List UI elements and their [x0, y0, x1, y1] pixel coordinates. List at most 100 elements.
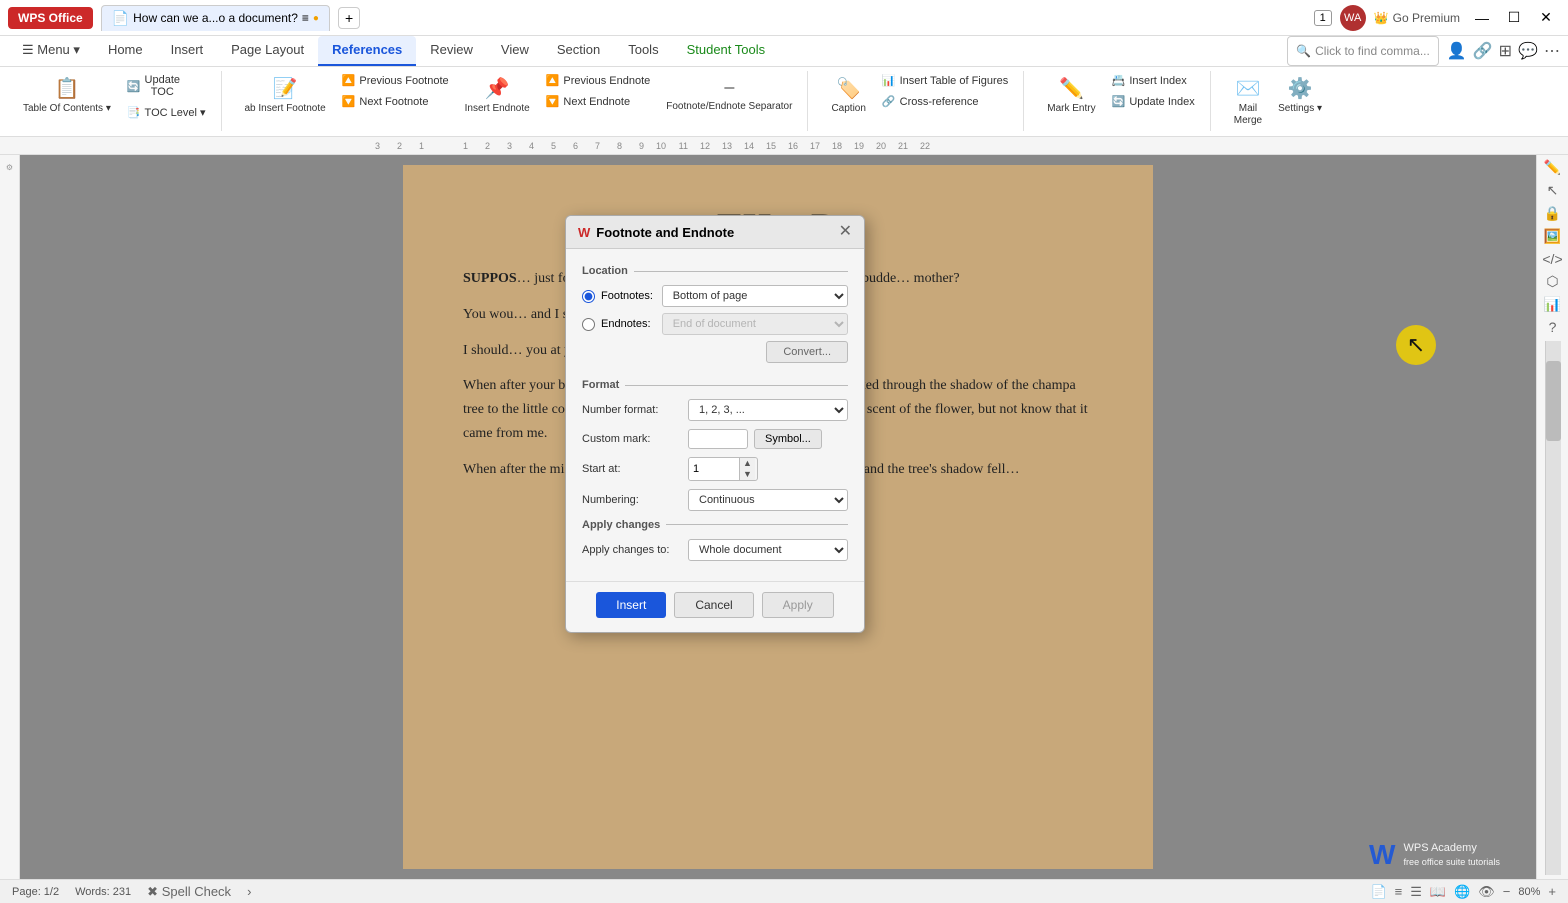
- view-text-button[interactable]: ≡: [1395, 884, 1403, 899]
- search-box[interactable]: 🔍 Click to find comma...: [1287, 36, 1439, 66]
- next-endnote-icon: 🔽: [546, 95, 560, 108]
- sidebar-question-button[interactable]: ?: [1549, 319, 1557, 335]
- tab-references[interactable]: References: [318, 36, 416, 66]
- endnotes-radio[interactable]: [582, 318, 595, 331]
- wps-academy-badge: W WPS Academyfree office suite tutorials: [1369, 839, 1500, 871]
- footnotes-radio[interactable]: [582, 290, 595, 303]
- track-changes-button[interactable]: ›: [247, 884, 251, 899]
- sidebar-lock-button[interactable]: 🔒: [1544, 205, 1561, 222]
- chat-icon-btn[interactable]: 💬: [1518, 41, 1538, 61]
- tab-section[interactable]: Section: [543, 36, 614, 66]
- table-of-contents-button[interactable]: 📋 Table Of Contents ▾: [16, 71, 118, 131]
- start-at-input[interactable]: 1: [689, 458, 739, 480]
- tab-page-layout[interactable]: Page Layout: [217, 36, 318, 66]
- view-book-button[interactable]: 📖: [1430, 884, 1446, 900]
- insert-endnote-button[interactable]: 📌 Insert Endnote: [458, 71, 537, 131]
- update-toc-button[interactable]: 🔄 Update TOC: [120, 71, 213, 101]
- view-outline-button[interactable]: ☰: [1410, 884, 1422, 900]
- left-sidebar-icon: ⚙: [6, 163, 13, 172]
- tab-review[interactable]: Review: [416, 36, 487, 66]
- apply-button[interactable]: Apply: [762, 592, 834, 618]
- endnote-nav-vstack: 🔼 Previous Endnote 🔽 Next Endnote: [539, 71, 658, 111]
- caption-button[interactable]: 🏷️ Caption: [824, 71, 872, 131]
- left-sidebar: ⚙: [0, 155, 20, 879]
- sidebar-chart-button[interactable]: 📊: [1544, 296, 1561, 313]
- crown-icon: 👑: [1374, 11, 1389, 25]
- cursor-indicator: ↖: [1396, 325, 1436, 365]
- minimize-button[interactable]: —: [1468, 6, 1496, 30]
- premium-button[interactable]: 👑 Go Premium: [1374, 11, 1460, 25]
- view-focus-button[interactable]: 👁: [1478, 884, 1495, 900]
- spell-check-button[interactable]: ✖ Spell Check: [147, 884, 231, 900]
- share-icon-btn[interactable]: 🔗: [1473, 41, 1493, 61]
- tab-home[interactable]: Home: [94, 36, 157, 66]
- spinbox-up[interactable]: ▲: [740, 458, 755, 469]
- sidebar-shape-button[interactable]: ⬡: [1546, 273, 1558, 290]
- mail-merge-button[interactable]: ✉️ MailMerge: [1227, 71, 1269, 132]
- insert-footnote-button[interactable]: 📝 ab Insert Footnote: [238, 71, 333, 131]
- number-format-control: 1, 2, 3, ... a, b, c, ... A, B, C, ... i…: [688, 399, 848, 421]
- cancel-button[interactable]: Cancel: [674, 592, 753, 618]
- dialog-close-button[interactable]: ✕: [839, 224, 852, 240]
- word-count: Words: 231: [75, 886, 131, 898]
- index-vstack: 📇 Insert Index 🔄 Update Index: [1105, 71, 1202, 111]
- footnote-position-select[interactable]: Bottom of page Below text: [662, 285, 848, 307]
- document-tab[interactable]: 📄 How can we a...o a document? ≡ ●: [101, 5, 330, 31]
- ribbon-group-toc: 📋 Table Of Contents ▾ 🔄 Update TOC 📑 TOC…: [8, 71, 222, 131]
- more-icon-btn[interactable]: ⋯: [1544, 41, 1560, 61]
- previous-endnote-button[interactable]: 🔼 Previous Endnote: [539, 71, 658, 90]
- spinbox-down[interactable]: ▼: [740, 469, 755, 480]
- custom-mark-input[interactable]: [688, 429, 748, 449]
- settings-button[interactable]: ⚙️ Settings ▾: [1271, 71, 1329, 131]
- tab-tools[interactable]: Tools: [614, 36, 672, 66]
- tab-view[interactable]: View: [487, 36, 543, 66]
- wps-academy-text: WPS Academyfree office suite tutorials: [1403, 841, 1500, 870]
- wps-logo-button[interactable]: WPS Office: [8, 7, 93, 29]
- view-web-button[interactable]: 🌐: [1454, 884, 1470, 900]
- insert-index-button[interactable]: 📇 Insert Index: [1105, 71, 1202, 90]
- cross-reference-button[interactable]: 🔗 Cross-reference: [875, 92, 1015, 111]
- tab-insert[interactable]: Insert: [157, 36, 218, 66]
- previous-footnote-button[interactable]: 🔼 Previous Footnote: [335, 71, 456, 90]
- symbol-button[interactable]: Symbol...: [754, 429, 822, 449]
- sidebar-image-button[interactable]: 🖼️: [1544, 228, 1561, 245]
- apply-changes-to-select[interactable]: Whole document This section: [688, 539, 848, 561]
- numbering-select[interactable]: Continuous Restart each section Restart …: [688, 489, 848, 511]
- tab-student-tools[interactable]: Student Tools: [673, 36, 780, 66]
- tab-menu[interactable]: ☰ Menu ▾: [8, 36, 94, 66]
- user-icon-btn[interactable]: 👤: [1447, 41, 1467, 61]
- sidebar-code-button[interactable]: </>: [1542, 251, 1562, 267]
- search-icon: 🔍: [1296, 44, 1311, 58]
- zoom-in-button[interactable]: +: [1548, 884, 1556, 899]
- update-toc-icon: 🔄: [127, 80, 141, 93]
- layout-icon-btn[interactable]: ⊞: [1499, 41, 1512, 61]
- prev-footnote-icon: 🔼: [342, 74, 356, 87]
- insert-table-of-figures-button[interactable]: 📊 Insert Table of Figures: [875, 71, 1015, 90]
- next-endnote-button[interactable]: 🔽 Next Endnote: [539, 92, 658, 111]
- dialog-body: Location Footnotes: Bottom of page Below…: [566, 249, 864, 581]
- next-footnote-button[interactable]: 🔽 Next Footnote: [335, 92, 456, 111]
- update-index-button[interactable]: 🔄 Update Index: [1105, 92, 1202, 111]
- toc-level-button[interactable]: 📑 TOC Level ▾: [120, 103, 213, 122]
- add-tab-button[interactable]: +: [338, 7, 360, 29]
- toc-level-icon: 📑: [127, 106, 141, 119]
- footnote-endnote-separator-button[interactable]: ⎯ Footnote/Endnote Separator: [659, 71, 799, 131]
- maximize-button[interactable]: ☐: [1500, 6, 1528, 30]
- sidebar-pen-button[interactable]: ✏️: [1544, 159, 1561, 176]
- account-button[interactable]: WA: [1340, 5, 1366, 31]
- convert-button[interactable]: Convert...: [766, 341, 848, 363]
- vertical-scrollbar[interactable]: [1545, 341, 1561, 875]
- insert-button[interactable]: Insert: [596, 592, 666, 618]
- view-page-button[interactable]: 📄: [1370, 884, 1386, 900]
- mark-entry-button[interactable]: ✏️ Mark Entry: [1040, 71, 1102, 131]
- numbering-row: Numbering: Continuous Restart each secti…: [582, 489, 848, 511]
- wps-academy-logo: W: [1369, 839, 1395, 871]
- ribbon-group-mail: ✉️ MailMerge ⚙️ Settings ▾: [1219, 71, 1337, 132]
- zoom-out-button[interactable]: −: [1503, 884, 1511, 899]
- close-button[interactable]: ✕: [1532, 6, 1560, 30]
- unsaved-dot: ●: [313, 13, 319, 24]
- endnote-position-select[interactable]: End of document End of section: [662, 313, 848, 335]
- scrollbar-thumb: [1546, 361, 1561, 441]
- sidebar-cursor-button[interactable]: ↖: [1547, 182, 1559, 199]
- number-format-select[interactable]: 1, 2, 3, ... a, b, c, ... A, B, C, ... i…: [688, 399, 848, 421]
